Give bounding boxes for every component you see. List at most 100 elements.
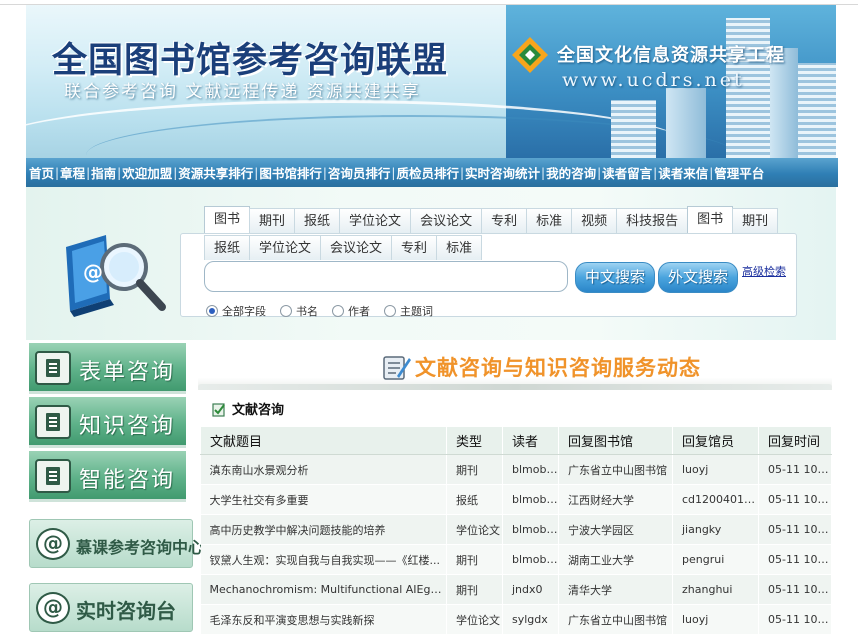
nav-item[interactable]: 实时咨询统计 (465, 163, 540, 182)
search-tab[interactable]: 标准 (436, 235, 483, 260)
table-cell: 江西财经大学 (558, 484, 673, 515)
table-cell: blmobile (502, 484, 559, 515)
site-title: 全国图书馆参考咨询联盟 (52, 40, 449, 81)
search-tab[interactable]: 标准 (526, 208, 573, 233)
search-tab[interactable]: 会议论文 (320, 235, 393, 260)
table-cell: 宁波大学园区 (558, 514, 673, 545)
consult-news-icon (383, 356, 411, 380)
search-tab[interactable]: 会议论文 (410, 208, 483, 233)
search-tab[interactable]: 图书 (687, 206, 734, 233)
table-row[interactable]: 毛泽东反和平演变思想与实践新探 学位论文 sylgdx 广东省立中山图书馆 luoyj 0… (200, 604, 832, 635)
search-tab[interactable]: 期刊 (249, 208, 296, 233)
search-field-option[interactable]: 主题词 (384, 303, 433, 319)
table-cell: 05-11 10:04 (758, 544, 832, 575)
nav-item[interactable]: 图书馆排行 (259, 163, 322, 182)
nav-item[interactable]: 首页 (29, 163, 54, 182)
nav-item[interactable]: 管理平台 (714, 163, 764, 182)
sidebar-item-mooc-center[interactable]: 慕课参考咨询中心 (29, 519, 204, 568)
search-field-option[interactable]: 书名 (280, 303, 318, 319)
column-header: 文献题目 (200, 426, 447, 455)
radio-label: 全部字段 (222, 305, 266, 318)
table-cell: jiangky (672, 514, 759, 545)
search-tab[interactable]: 科技报告 (616, 208, 689, 233)
at-sign-icon (36, 592, 70, 624)
nav-item[interactable]: 欢迎加盟 (122, 163, 172, 182)
column-header: 回复图书馆 (558, 426, 673, 455)
culture-project-logo-icon (512, 37, 548, 73)
sidebar-item-form-consult[interactable]: 表单咨询 (29, 343, 186, 394)
radio-button[interactable] (384, 305, 396, 317)
nav-separator: | (459, 165, 464, 180)
header-divider (198, 384, 832, 390)
search-tab[interactable]: 图书 (204, 206, 251, 233)
search-area: @ 图书 期刊 报纸 学位论文 会议论文 专利 标准 视频 科技报告 图书 期刊 报纸 学位论文 会议论… (26, 187, 836, 340)
table-cell: 期刊 (446, 574, 503, 605)
table-cell: 05-11 10:04 (758, 454, 832, 485)
table-row[interactable]: 钗黛人生观：实现自我与自我实现——《红楼... 期刊 blmobile 湖南工业大学 p… (200, 544, 832, 575)
radio-label: 书名 (296, 305, 318, 318)
site-url: www.ucdrs.net (562, 69, 745, 91)
search-tab[interactable]: 视频 (571, 208, 618, 233)
radio-label: 作者 (348, 305, 370, 318)
table-cell: blmobile (502, 514, 559, 545)
radio-button[interactable] (280, 305, 292, 317)
column-header: 回复馆员 (672, 426, 759, 455)
table-row[interactable]: Mechanochromism: Multifunctional AIEgens… (200, 574, 832, 605)
radio-button[interactable] (332, 305, 344, 317)
document-title-cell[interactable]: 高中历史教学中解决问题技能的培养 (200, 514, 447, 545)
document-title-cell[interactable]: 大学生社交有多重要 (200, 484, 447, 515)
sidebar-item-live-desk[interactable]: 实时咨询台 (29, 583, 193, 632)
nav-item[interactable]: 章程 (60, 163, 85, 182)
sidebar-item-smart-consult[interactable]: 智能咨询 (29, 451, 186, 502)
page: { "banner": { "title": "全国图书馆参考咨询联盟", "s… (0, 0, 858, 639)
search-tab[interactable]: 学位论文 (249, 235, 322, 260)
table-cell: cd1200401337 (672, 484, 759, 515)
nav-separator: | (254, 165, 259, 180)
nav-separator: | (322, 165, 327, 180)
nav-separator: | (55, 165, 60, 180)
table-cell: 05-11 10:04 (758, 514, 832, 545)
table-row[interactable]: 大学生社交有多重要 报纸 blmobile 江西财经大学 cd1200401337 05-… (200, 484, 832, 515)
table-row[interactable]: 滇东南山水景观分析 期刊 blmobile 广东省立中山图书馆 luoyj 05-11 1… (200, 454, 832, 485)
nav-item[interactable]: 我的咨询 (546, 163, 596, 182)
search-field-option[interactable]: 作者 (332, 303, 370, 319)
table-header-row: 文献题目 类型 读者 回复图书馆 回复馆员 回复时间 (200, 426, 832, 455)
sidebar-item-label: 表单咨询 (79, 360, 176, 385)
radio-button[interactable] (206, 305, 218, 317)
table-cell: 报纸 (446, 484, 503, 515)
search-tab[interactable]: 学位论文 (339, 208, 412, 233)
nav-item[interactable]: 读者留言 (602, 163, 652, 182)
table-cell: 湖南工业大学 (558, 544, 673, 575)
nav-separator: | (173, 165, 178, 180)
table-cell: pengrui (672, 544, 759, 575)
edit-note-icon (212, 402, 225, 417)
nav-separator: | (391, 165, 396, 180)
search-field-option[interactable]: 全部字段 (206, 303, 266, 319)
table-row[interactable]: 高中历史教学中解决问题技能的培养 学位论文 blmobile 宁波大学园区 jiangk… (200, 514, 832, 545)
document-title-cell[interactable]: 毛泽东反和平演变思想与实践新探 (200, 604, 447, 635)
notebook-icon (35, 459, 71, 493)
search-tab[interactable]: 专利 (481, 208, 528, 233)
search-tab[interactable]: 报纸 (204, 235, 251, 260)
search-input[interactable] (204, 261, 568, 292)
search-tab[interactable]: 期刊 (732, 208, 779, 233)
nav-item[interactable]: 咨询员排行 (328, 163, 391, 182)
nav-separator: | (709, 165, 714, 180)
nav-item[interactable]: 指南 (91, 163, 116, 182)
table-cell: 清华大学 (558, 574, 673, 605)
nav-item[interactable]: 读者来信 (658, 163, 708, 182)
advanced-search-link[interactable]: 高级检索 (742, 263, 786, 279)
table-cell: luoyj (672, 454, 759, 485)
foreign-search-button[interactable]: 外文搜索 (658, 262, 738, 293)
nav-item[interactable]: 资源共享排行 (178, 163, 253, 182)
document-title-cell[interactable]: Mechanochromism: Multifunctional AIEgens… (200, 574, 447, 605)
search-tab[interactable]: 报纸 (294, 208, 341, 233)
building-graphic (611, 100, 656, 158)
sidebar-item-knowledge-consult[interactable]: 知识咨询 (29, 397, 186, 448)
search-tab[interactable]: 专利 (391, 235, 438, 260)
table-cell: zhanghui (672, 574, 759, 605)
document-title-cell[interactable]: 滇东南山水景观分析 (200, 454, 447, 485)
chinese-search-button[interactable]: 中文搜索 (575, 262, 655, 293)
nav-item[interactable]: 质检员排行 (396, 163, 459, 182)
document-title-cell[interactable]: 钗黛人生观：实现自我与自我实现——《红楼... (200, 544, 447, 575)
